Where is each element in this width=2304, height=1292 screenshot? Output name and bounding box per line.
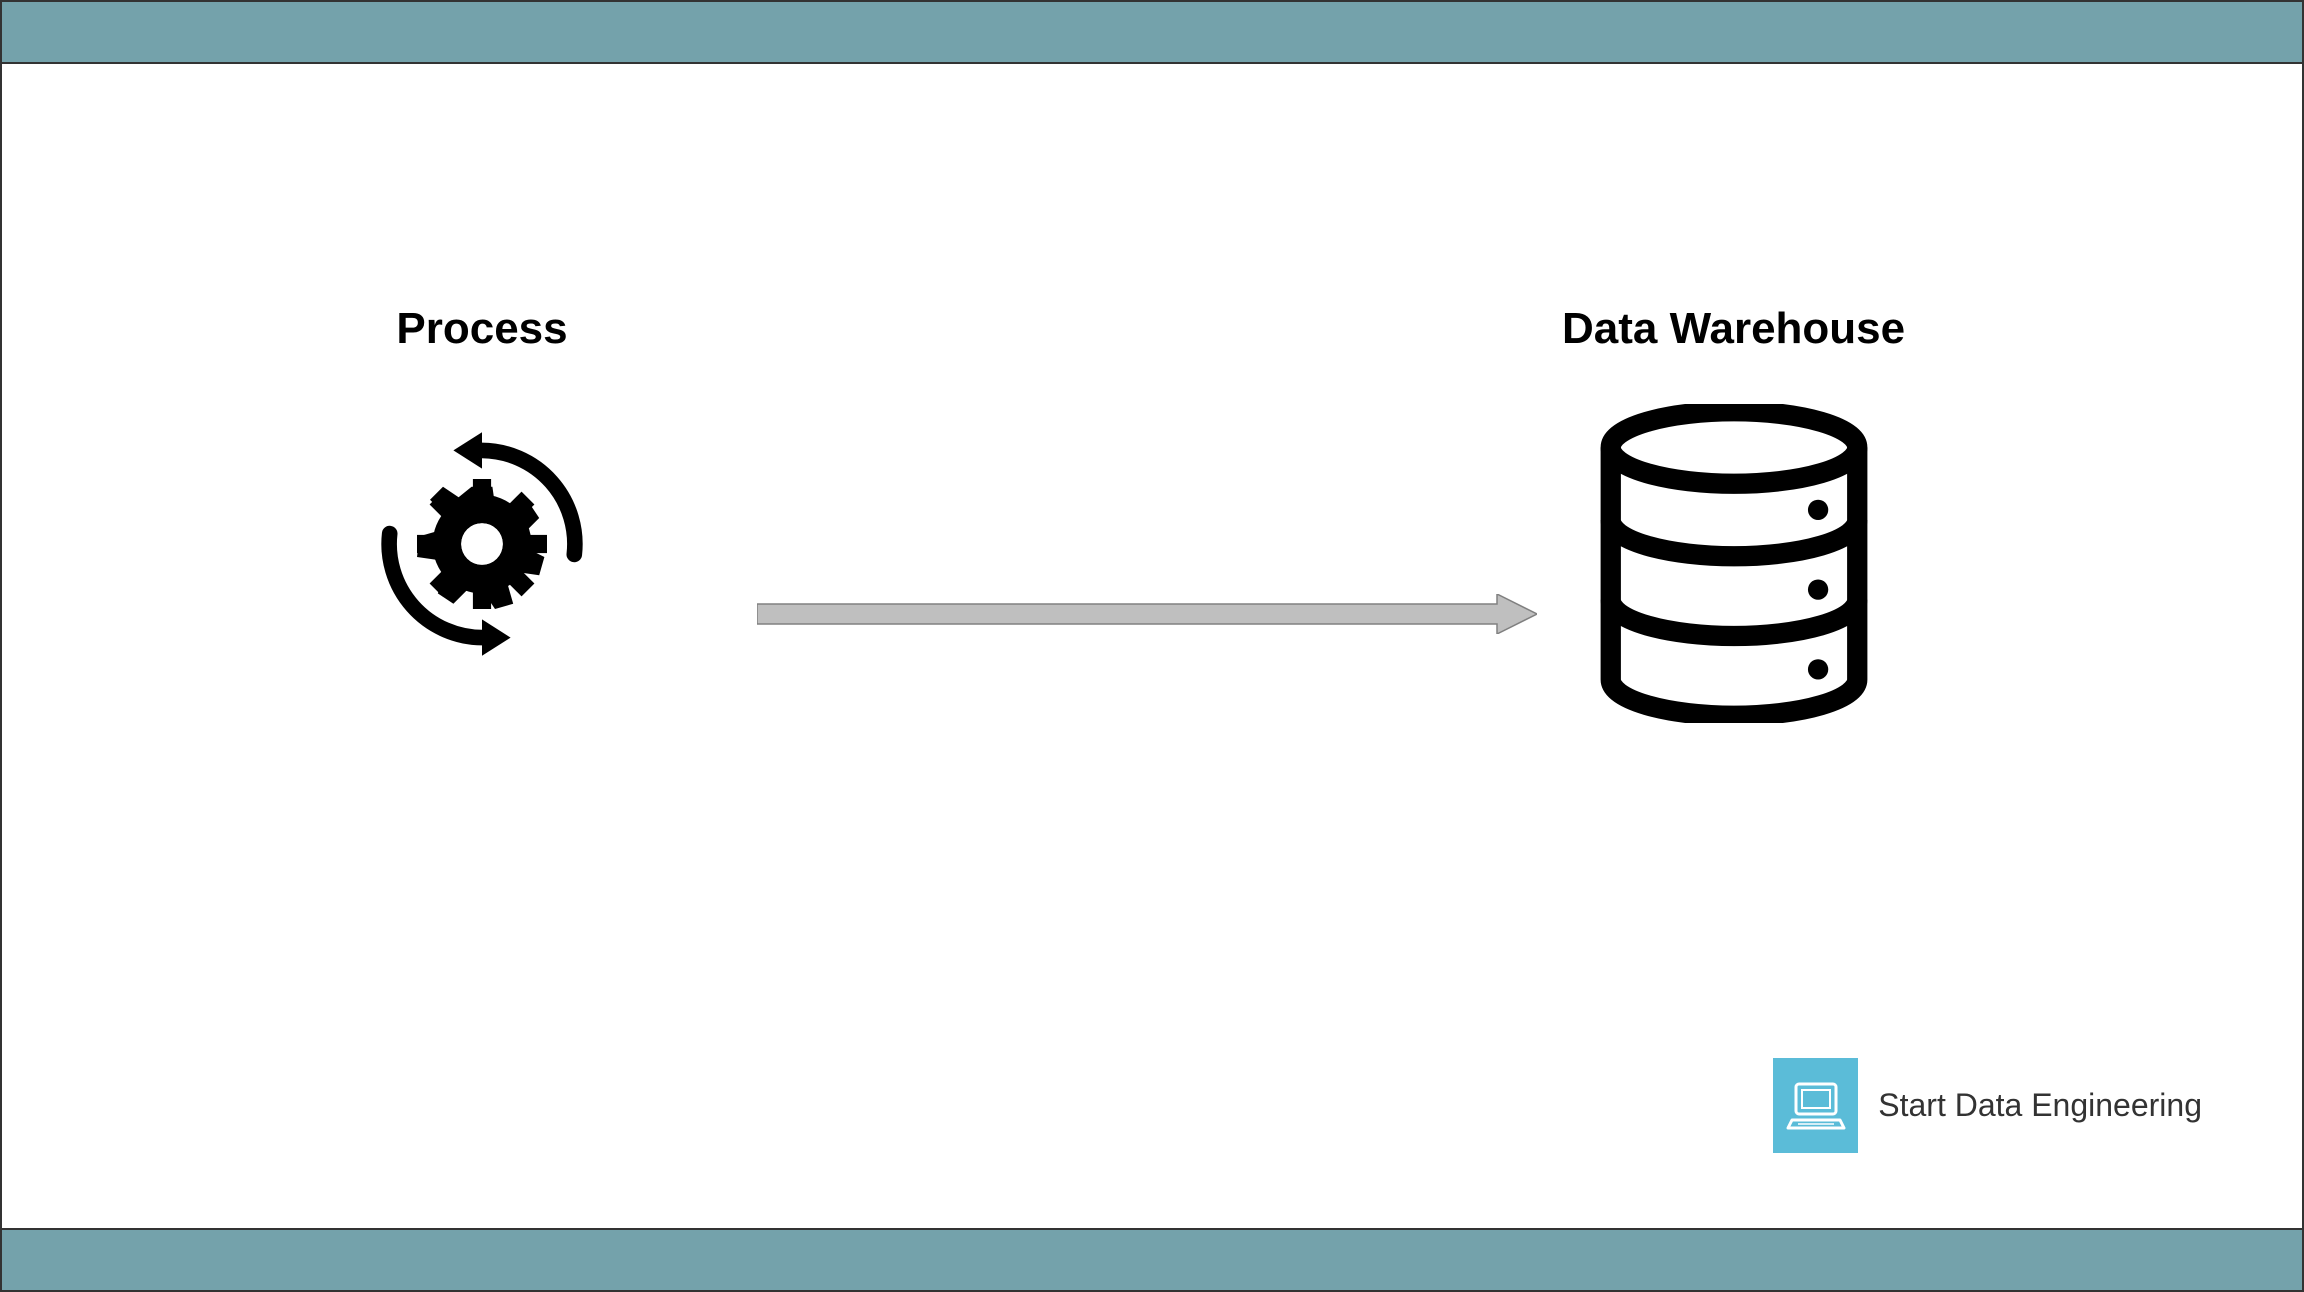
process-label: Process <box>352 304 612 354</box>
flow-arrow <box>757 594 1537 634</box>
process-block: Process <box>352 304 612 674</box>
footer-brand: Start Data Engineering <box>1773 1058 2202 1153</box>
laptop-icon <box>1773 1058 1858 1153</box>
warehouse-block: Data Warehouse <box>1562 304 1905 694</box>
bottom-bar <box>2 1228 2302 1290</box>
top-bar <box>2 2 2302 64</box>
gear-cycle-icon <box>352 414 612 674</box>
slide-content: Process <box>2 64 2302 1228</box>
brand-text: Start Data Engineering <box>1878 1087 2202 1124</box>
database-icon <box>1589 404 1879 694</box>
warehouse-label: Data Warehouse <box>1562 304 1905 354</box>
